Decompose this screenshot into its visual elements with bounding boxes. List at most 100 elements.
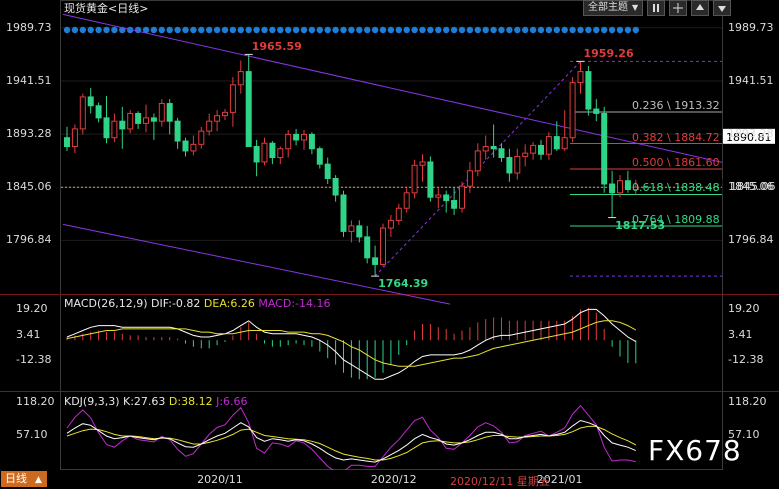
candle-body[interactable]: [95, 105, 102, 119]
candle-body[interactable]: [387, 219, 394, 229]
candle-body[interactable]: [538, 144, 544, 155]
event-dot[interactable]: [182, 26, 189, 34]
event-dot[interactable]: [427, 26, 434, 34]
candle-body[interactable]: [316, 148, 323, 165]
event-dot[interactable]: [364, 26, 371, 34]
event-dot[interactable]: [443, 26, 450, 34]
candle-body[interactable]: [522, 152, 529, 157]
candle-body[interactable]: [561, 137, 568, 150]
candle-body[interactable]: [143, 117, 149, 124]
event-dot[interactable]: [371, 26, 379, 34]
zoom-in-icon[interactable]: [691, 0, 710, 16]
chart-canvas[interactable]: 1890.81: [0, 0, 779, 488]
event-dot[interactable]: [632, 26, 639, 34]
candle-body[interactable]: [459, 185, 465, 209]
event-dot[interactable]: [624, 26, 632, 34]
event-dot[interactable]: [608, 26, 616, 34]
event-dot[interactable]: [601, 26, 608, 34]
event-dot[interactable]: [237, 26, 244, 34]
event-dot[interactable]: [158, 26, 165, 34]
event-dot[interactable]: [285, 26, 292, 34]
event-dot[interactable]: [324, 26, 331, 34]
event-dot[interactable]: [261, 26, 268, 34]
candle-body[interactable]: [435, 194, 442, 198]
event-dot[interactable]: [340, 26, 347, 34]
event-dot[interactable]: [292, 26, 300, 34]
candle-body[interactable]: [482, 146, 489, 152]
candle-body[interactable]: [506, 157, 513, 174]
candle-body[interactable]: [403, 192, 410, 209]
event-dot[interactable]: [537, 26, 545, 34]
candle-body[interactable]: [466, 170, 473, 187]
candle-body[interactable]: [150, 117, 157, 122]
period-tab-daily[interactable]: 日线 ▲: [1, 471, 47, 487]
event-dot[interactable]: [87, 26, 94, 34]
event-dot[interactable]: [111, 26, 118, 34]
event-dot[interactable]: [529, 26, 537, 34]
event-dot[interactable]: [498, 26, 505, 34]
candle-body[interactable]: [127, 112, 134, 130]
channel-upper-line[interactable]: [62, 13, 723, 163]
event-dot[interactable]: [206, 26, 213, 34]
candle-body[interactable]: [301, 133, 307, 141]
candle-body[interactable]: [158, 103, 165, 122]
event-dot[interactable]: [553, 26, 560, 34]
candle-body[interactable]: [253, 146, 260, 163]
event-dot[interactable]: [450, 26, 458, 34]
event-dot[interactable]: [103, 26, 110, 34]
candle-body[interactable]: [214, 115, 221, 122]
event-dot[interactable]: [95, 26, 102, 34]
event-dot[interactable]: [545, 26, 553, 34]
event-dot[interactable]: [79, 26, 87, 34]
event-dot[interactable]: [490, 26, 497, 34]
event-dot[interactable]: [593, 26, 600, 34]
candle-body[interactable]: [71, 128, 78, 148]
event-dot[interactable]: [395, 26, 402, 34]
candle-body[interactable]: [293, 133, 300, 141]
event-dot[interactable]: [316, 26, 323, 34]
candle-body[interactable]: [277, 148, 284, 159]
candle-body[interactable]: [64, 137, 70, 148]
event-dot[interactable]: [269, 26, 276, 34]
candle-body[interactable]: [609, 183, 616, 194]
candle-body[interactable]: [530, 144, 537, 154]
event-dot[interactable]: [150, 26, 158, 34]
event-dot[interactable]: [585, 26, 592, 34]
candle-body[interactable]: [87, 96, 94, 107]
event-dot[interactable]: [458, 26, 466, 34]
candle-body[interactable]: [174, 120, 181, 142]
event-dot[interactable]: [474, 26, 481, 34]
event-dot[interactable]: [514, 26, 521, 34]
candle-body[interactable]: [474, 150, 481, 172]
candle-body[interactable]: [553, 136, 560, 150]
theme-dropdown[interactable]: 全部主题 ▼: [583, 0, 644, 16]
event-dot[interactable]: [190, 26, 197, 34]
candle-body[interactable]: [206, 120, 213, 132]
candle-body[interactable]: [617, 180, 623, 194]
event-dot[interactable]: [561, 26, 568, 34]
event-dot[interactable]: [522, 26, 529, 34]
event-dot[interactable]: [506, 26, 513, 34]
event-dot[interactable]: [277, 26, 284, 34]
candle-body[interactable]: [372, 257, 379, 265]
candle-body[interactable]: [229, 84, 236, 113]
candle-body[interactable]: [285, 133, 292, 150]
candle-body[interactable]: [498, 148, 505, 159]
event-dot[interactable]: [229, 26, 237, 34]
candle-body[interactable]: [443, 194, 450, 202]
candle-body[interactable]: [324, 163, 331, 179]
candle-body[interactable]: [624, 180, 631, 191]
event-dot[interactable]: [348, 26, 355, 34]
event-dot[interactable]: [569, 26, 576, 34]
candle-body[interactable]: [245, 71, 252, 148]
event-dot[interactable]: [63, 26, 71, 34]
candle-body[interactable]: [340, 194, 347, 232]
candle-body[interactable]: [419, 161, 426, 166]
event-dot[interactable]: [616, 26, 624, 34]
candle-body[interactable]: [490, 146, 497, 150]
event-dot[interactable]: [245, 26, 252, 34]
candle-body[interactable]: [79, 96, 86, 130]
event-dot[interactable]: [419, 26, 426, 34]
event-dot[interactable]: [379, 26, 387, 34]
candle-body[interactable]: [190, 143, 197, 152]
